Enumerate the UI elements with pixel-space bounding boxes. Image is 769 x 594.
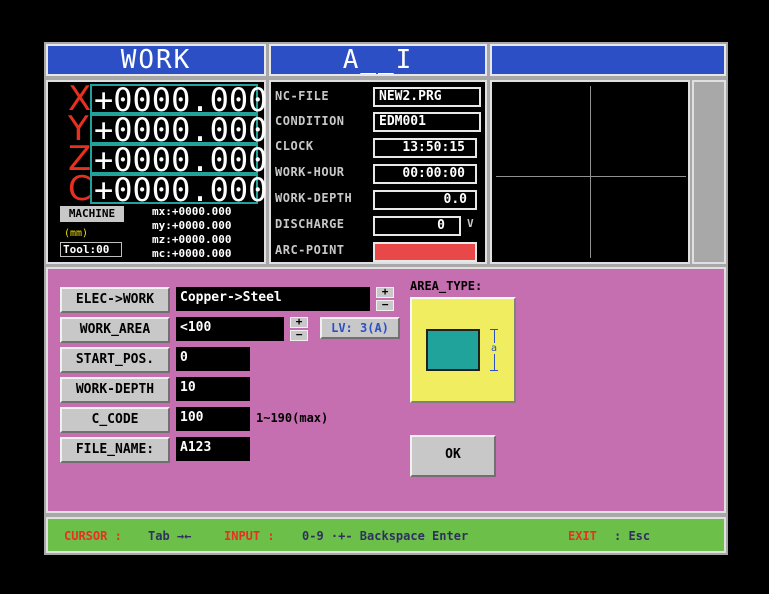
work-area-plus-button[interactable]: +: [290, 316, 308, 328]
axis-x-value: +0000.000: [90, 84, 267, 116]
discharge-label: DISCHARGE: [275, 217, 345, 231]
work-hour-label: WORK-HOUR: [275, 165, 345, 179]
machine-c: mc:+0000.000: [152, 247, 232, 260]
condition-label: CONDITION: [275, 114, 345, 128]
cursor-label: CURSOR :: [64, 529, 122, 543]
tool-indicator: Tool:00: [60, 242, 122, 257]
coordinate-panel: X +0000.000 Y +0000.000 Z +0000.000 C +0…: [46, 80, 267, 264]
status-panel: NC-FILE NEW2.PRG CONDITION EDM001 CLOCK …: [269, 80, 487, 264]
c-code-button[interactable]: C_CODE: [60, 407, 170, 433]
area-type-selector[interactable]: a: [410, 297, 516, 403]
discharge-unit: V: [467, 217, 475, 230]
area-shape-icon: [426, 329, 480, 371]
nc-file-label: NC-FILE: [275, 89, 330, 103]
work-header: WORK: [46, 44, 266, 76]
condition-value: EDM001: [373, 112, 481, 132]
work-depth-value: 0.0: [373, 190, 477, 210]
machine-y: my:+0000.000: [152, 219, 232, 232]
dim-label: a: [491, 343, 498, 354]
elec-work-field[interactable]: Copper->Steel: [176, 287, 370, 311]
unit-label: (mm): [64, 228, 89, 239]
clock-label: CLOCK: [275, 139, 314, 153]
work-area-minus-button[interactable]: −: [290, 329, 308, 341]
exit-keys: : Esc: [614, 529, 651, 543]
c-code-field[interactable]: 100: [176, 407, 250, 431]
arc-point-bar: [373, 242, 477, 262]
c-code-hint: 1~190(max): [256, 411, 329, 425]
ok-button[interactable]: OK: [410, 435, 496, 477]
work-depth-label: WORK-DEPTH: [275, 191, 353, 205]
work-area-button[interactable]: WORK_AREA: [60, 317, 170, 343]
work-hour-value: 00:00:00: [373, 164, 477, 184]
area-type-label: AREA_TYPE:: [410, 279, 483, 293]
start-pos-field[interactable]: 0: [176, 347, 250, 371]
elec-work-plus-button[interactable]: +: [376, 286, 394, 298]
elec-work-minus-button[interactable]: −: [376, 299, 394, 311]
help-bar: CURSOR : Tab →← INPUT : 0-9 ·+- Backspac…: [46, 517, 726, 553]
view-vertical-axis: [590, 86, 591, 258]
parameter-form: ELEC->WORK Copper->Steel + − WORK_AREA <…: [46, 267, 726, 513]
elec-work-button[interactable]: ELEC->WORK: [60, 287, 170, 313]
axis-z-value: +0000.000: [90, 144, 267, 176]
cursor-keys: Tab →←: [148, 529, 192, 543]
work-area-field[interactable]: <100: [176, 317, 284, 341]
axis-c-letter: C: [68, 169, 92, 209]
nc-file-value: NEW2.PRG: [373, 87, 481, 107]
start-pos-button[interactable]: START_POS.: [60, 347, 170, 373]
graphic-view: [490, 80, 690, 264]
axis-y-value: +0000.000: [90, 114, 267, 146]
arc-point-label: ARC-POINT: [275, 243, 345, 257]
file-name-button[interactable]: FILE_NAME:: [60, 437, 170, 463]
clock-value: 13:50:15: [373, 138, 477, 158]
file-name-field[interactable]: A123: [176, 437, 250, 461]
machine-button[interactable]: MACHINE: [60, 206, 124, 222]
mode-header: A__I: [269, 44, 487, 76]
right-header: [490, 44, 726, 76]
dim-bottom-tick: [490, 370, 498, 371]
work-depth-button[interactable]: WORK-DEPTH: [60, 377, 170, 403]
view-side-bar: [692, 80, 726, 264]
work-depth-field[interactable]: 10: [176, 377, 250, 401]
input-keys: 0-9 ·+- Backspace Enter: [302, 529, 469, 543]
machine-x: mx:+0000.000: [152, 205, 232, 218]
machine-z: mz:+0000.000: [152, 233, 232, 246]
discharge-value: 0: [373, 216, 461, 236]
view-horizontal-axis: [496, 176, 686, 177]
exit-label: EXIT: [568, 529, 597, 543]
cnc-screen: WORK A__I X +0000.000 Y +0000.000 Z +000…: [44, 42, 728, 555]
input-label: INPUT :: [224, 529, 275, 543]
axis-c-value: +0000.000: [90, 174, 267, 206]
level-button[interactable]: LV: 3(A): [320, 317, 400, 339]
